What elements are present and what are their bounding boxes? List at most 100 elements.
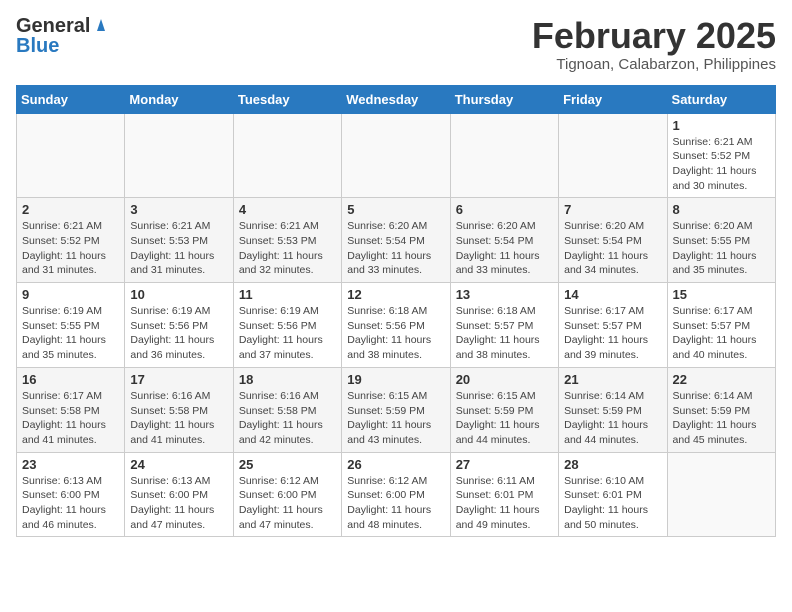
day-number: 24 <box>130 457 227 472</box>
day-number: 17 <box>130 372 227 387</box>
main-title: February 2025 <box>532 16 776 56</box>
calendar-cell: 21 Sunrise: 6:14 AM Sunset: 5:59 PM Dayli… <box>559 367 667 452</box>
day-number: 21 <box>564 372 661 387</box>
calendar-cell: 26Sunrise: 6:12 AM Sunset: 6:00 PM Dayli… <box>342 452 450 537</box>
calendar-week-row: 9 Sunrise: 6:19 AM Sunset: 5:55 PM Daylig… <box>17 283 776 368</box>
day-info: Sunrise: 6:18 AM Sunset: 5:56 PM Dayligh… <box>347 304 444 363</box>
day-info: Sunrise: 6:19 AM Sunset: 5:56 PM Dayligh… <box>130 304 227 363</box>
day-info: Sunrise: 6:13 AM Sunset: 6:00 PM Dayligh… <box>130 474 227 533</box>
calendar-cell: 22Sunrise: 6:14 AM Sunset: 5:59 PM Dayli… <box>667 367 775 452</box>
day-info: Sunrise: 6:19 AM Sunset: 5:55 PM Dayligh… <box>22 304 119 363</box>
calendar-cell: 24 Sunrise: 6:13 AM Sunset: 6:00 PM Dayli… <box>125 452 233 537</box>
day-number: 15 <box>673 287 770 302</box>
calendar-cell: 11Sunrise: 6:19 AM Sunset: 5:56 PM Dayli… <box>233 283 341 368</box>
calendar-cell <box>559 113 667 198</box>
day-number: 18 <box>239 372 336 387</box>
weekday-header-row: SundayMondayTuesdayWednesdayThursdayFrid… <box>17 85 776 113</box>
day-info: Sunrise: 6:20 AM Sunset: 5:54 PM Dayligh… <box>564 219 661 278</box>
day-info: Sunrise: 6:10 AM Sunset: 6:01 PM Dayligh… <box>564 474 661 533</box>
day-info: Sunrise: 6:12 AM Sunset: 6:00 PM Dayligh… <box>347 474 444 533</box>
day-info: Sunrise: 6:20 AM Sunset: 5:54 PM Dayligh… <box>347 219 444 278</box>
calendar-cell <box>342 113 450 198</box>
day-number: 12 <box>347 287 444 302</box>
calendar-cell: 28 Sunrise: 6:10 AM Sunset: 6:01 PM Dayli… <box>559 452 667 537</box>
day-number: 11 <box>239 287 336 302</box>
logo-blue-text: Blue <box>16 36 59 56</box>
logo-general-text: General <box>16 16 90 36</box>
day-number: 8 <box>673 202 770 217</box>
day-info: Sunrise: 6:21 AM Sunset: 5:53 PM Dayligh… <box>130 219 227 278</box>
weekday-header-tuesday: Tuesday <box>233 85 341 113</box>
calendar-cell: 19 Sunrise: 6:15 AM Sunset: 5:59 PM Dayli… <box>342 367 450 452</box>
day-info: Sunrise: 6:18 AM Sunset: 5:57 PM Dayligh… <box>456 304 553 363</box>
subtitle: Tignoan, Calabarzon, Philippines <box>532 56 776 73</box>
calendar-cell <box>450 113 558 198</box>
day-number: 13 <box>456 287 553 302</box>
weekday-header-thursday: Thursday <box>450 85 558 113</box>
weekday-header-sunday: Sunday <box>17 85 125 113</box>
title-area: February 2025 Tignoan, Calabarzon, Phili… <box>532 16 776 73</box>
calendar-cell <box>667 452 775 537</box>
calendar-table: SundayMondayTuesdayWednesdayThursdayFrid… <box>16 85 776 538</box>
day-info: Sunrise: 6:13 AM Sunset: 6:00 PM Dayligh… <box>22 474 119 533</box>
day-number: 16 <box>22 372 119 387</box>
calendar-cell: 20 Sunrise: 6:15 AM Sunset: 5:59 PM Dayli… <box>450 367 558 452</box>
weekday-header-monday: Monday <box>125 85 233 113</box>
day-info: Sunrise: 6:16 AM Sunset: 5:58 PM Dayligh… <box>239 389 336 448</box>
day-number: 9 <box>22 287 119 302</box>
day-number: 23 <box>22 457 119 472</box>
day-info: Sunrise: 6:14 AM Sunset: 5:59 PM Dayligh… <box>673 389 770 448</box>
logo-triangle-icon <box>92 15 110 33</box>
day-info: Sunrise: 6:17 AM Sunset: 5:57 PM Dayligh… <box>673 304 770 363</box>
day-number: 20 <box>456 372 553 387</box>
day-info: Sunrise: 6:16 AM Sunset: 5:58 PM Dayligh… <box>130 389 227 448</box>
calendar-cell: 23 Sunrise: 6:13 AM Sunset: 6:00 PM Dayli… <box>17 452 125 537</box>
day-info: Sunrise: 6:20 AM Sunset: 5:55 PM Dayligh… <box>673 219 770 278</box>
day-number: 10 <box>130 287 227 302</box>
weekday-header-saturday: Saturday <box>667 85 775 113</box>
calendar-cell: 12 Sunrise: 6:18 AM Sunset: 5:56 PM Dayli… <box>342 283 450 368</box>
day-number: 7 <box>564 202 661 217</box>
weekday-header-friday: Friday <box>559 85 667 113</box>
logo: General Blue <box>16 16 110 56</box>
day-info: Sunrise: 6:14 AM Sunset: 5:59 PM Dayligh… <box>564 389 661 448</box>
calendar-cell: 9 Sunrise: 6:19 AM Sunset: 5:55 PM Daylig… <box>17 283 125 368</box>
day-number: 3 <box>130 202 227 217</box>
day-number: 14 <box>564 287 661 302</box>
calendar-week-row: 1Sunrise: 6:21 AM Sunset: 5:52 PM Daylig… <box>17 113 776 198</box>
calendar-cell: 5 Sunrise: 6:20 AM Sunset: 5:54 PM Daylig… <box>342 198 450 283</box>
calendar-cell: 6 Sunrise: 6:20 AM Sunset: 5:54 PM Daylig… <box>450 198 558 283</box>
day-info: Sunrise: 6:12 AM Sunset: 6:00 PM Dayligh… <box>239 474 336 533</box>
day-number: 25 <box>239 457 336 472</box>
day-number: 1 <box>673 118 770 133</box>
calendar-cell <box>125 113 233 198</box>
day-info: Sunrise: 6:15 AM Sunset: 5:59 PM Dayligh… <box>456 389 553 448</box>
calendar-cell: 2Sunrise: 6:21 AM Sunset: 5:52 PM Daylig… <box>17 198 125 283</box>
calendar-cell: 3 Sunrise: 6:21 AM Sunset: 5:53 PM Daylig… <box>125 198 233 283</box>
calendar-cell: 1Sunrise: 6:21 AM Sunset: 5:52 PM Daylig… <box>667 113 775 198</box>
day-info: Sunrise: 6:17 AM Sunset: 5:57 PM Dayligh… <box>564 304 661 363</box>
calendar-cell: 16 Sunrise: 6:17 AM Sunset: 5:58 PM Dayli… <box>17 367 125 452</box>
calendar-cell: 8 Sunrise: 6:20 AM Sunset: 5:55 PM Daylig… <box>667 198 775 283</box>
calendar-cell: 7 Sunrise: 6:20 AM Sunset: 5:54 PM Daylig… <box>559 198 667 283</box>
day-info: Sunrise: 6:20 AM Sunset: 5:54 PM Dayligh… <box>456 219 553 278</box>
day-number: 19 <box>347 372 444 387</box>
calendar-week-row: 2Sunrise: 6:21 AM Sunset: 5:52 PM Daylig… <box>17 198 776 283</box>
day-number: 4 <box>239 202 336 217</box>
day-number: 27 <box>456 457 553 472</box>
day-number: 28 <box>564 457 661 472</box>
calendar-cell: 13 Sunrise: 6:18 AM Sunset: 5:57 PM Dayli… <box>450 283 558 368</box>
calendar-cell: 10 Sunrise: 6:19 AM Sunset: 5:56 PM Dayli… <box>125 283 233 368</box>
calendar-cell: 4 Sunrise: 6:21 AM Sunset: 5:53 PM Daylig… <box>233 198 341 283</box>
calendar-cell: 27Sunrise: 6:11 AM Sunset: 6:01 PM Dayli… <box>450 452 558 537</box>
day-number: 6 <box>456 202 553 217</box>
day-info: Sunrise: 6:21 AM Sunset: 5:53 PM Dayligh… <box>239 219 336 278</box>
weekday-header-wednesday: Wednesday <box>342 85 450 113</box>
calendar-cell <box>17 113 125 198</box>
calendar-cell: 18 Sunrise: 6:16 AM Sunset: 5:58 PM Dayli… <box>233 367 341 452</box>
day-number: 5 <box>347 202 444 217</box>
day-info: Sunrise: 6:15 AM Sunset: 5:59 PM Dayligh… <box>347 389 444 448</box>
day-info: Sunrise: 6:17 AM Sunset: 5:58 PM Dayligh… <box>22 389 119 448</box>
header: General Blue February 2025 Tignoan, Cala… <box>16 16 776 73</box>
calendar-cell: 15 Sunrise: 6:17 AM Sunset: 5:57 PM Dayli… <box>667 283 775 368</box>
